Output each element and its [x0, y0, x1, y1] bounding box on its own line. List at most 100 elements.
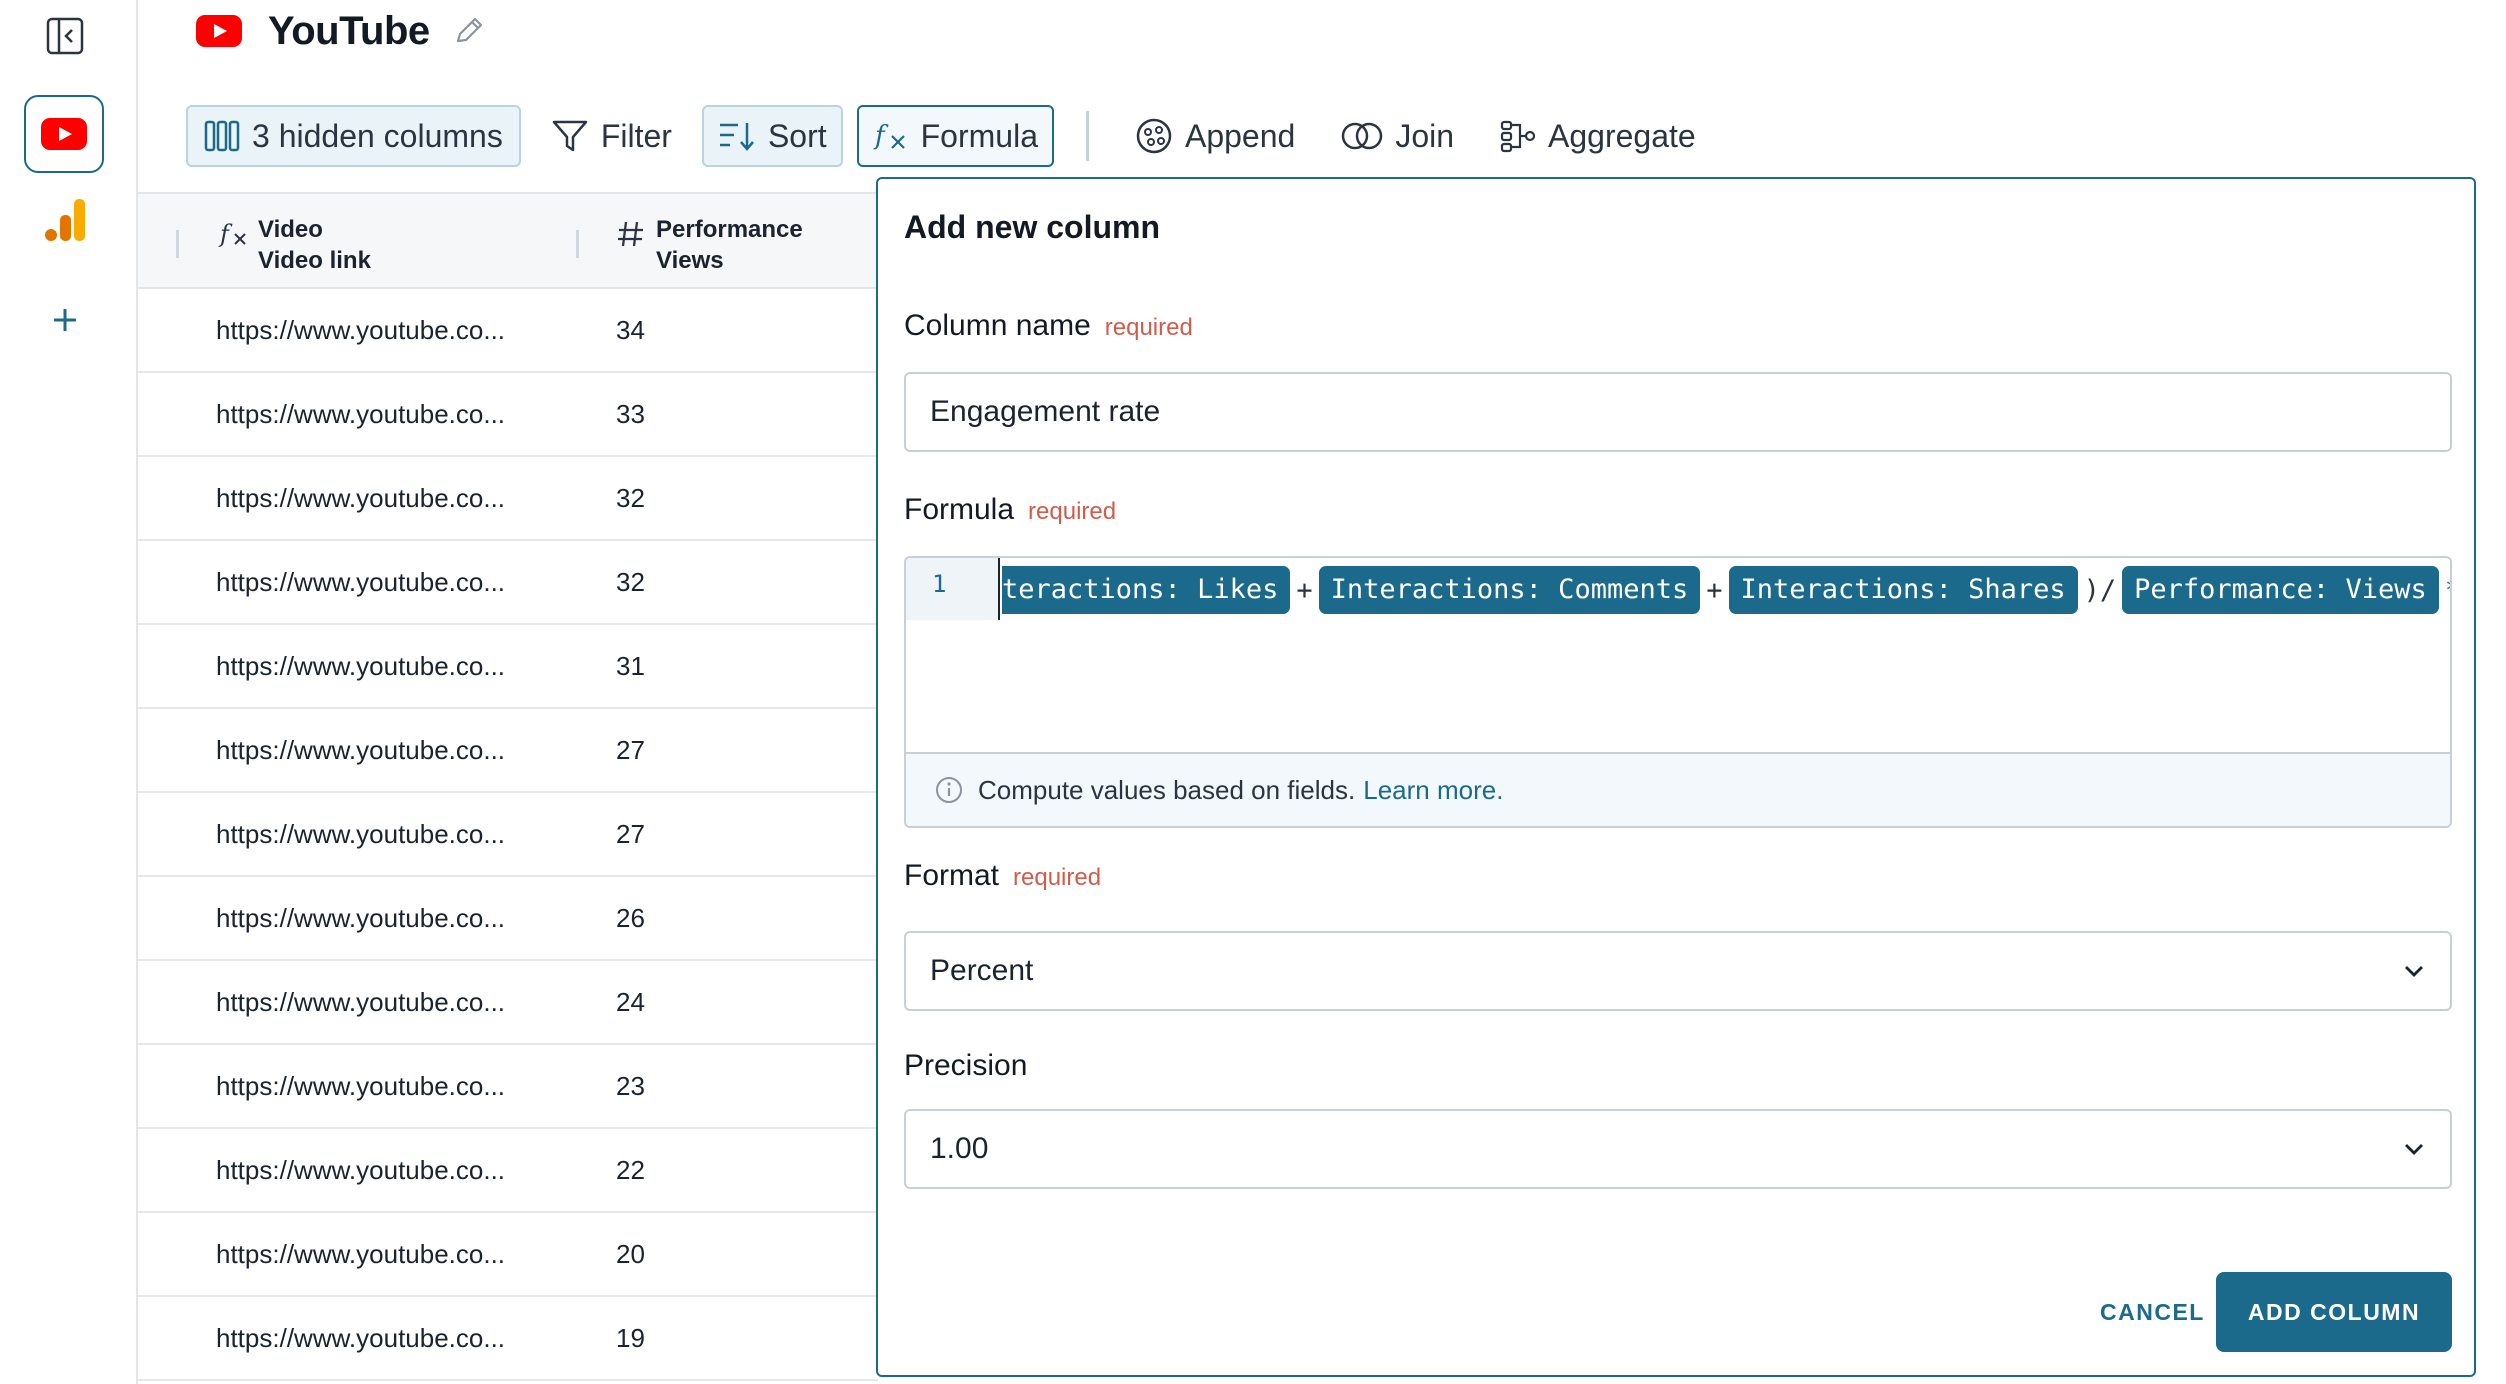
views-cell: 23: [616, 1071, 645, 1101]
table-row[interactable]: https://www.youtube.co... 34: [138, 289, 878, 373]
views-cell: 19: [616, 1323, 645, 1353]
source-google-analytics-button[interactable]: [0, 190, 130, 250]
video-link-cell[interactable]: https://www.youtube.co...: [216, 315, 505, 346]
sort-button[interactable]: Sort: [701, 105, 843, 167]
table-row[interactable]: https://www.youtube.co... 26: [138, 877, 878, 961]
column-name-input[interactable]: Engagement rate: [904, 372, 2452, 452]
views-cell: 32: [616, 483, 645, 513]
join-icon: [1342, 122, 1383, 150]
video-link-cell[interactable]: https://www.youtube.co...: [216, 1155, 505, 1186]
toolbar: 3 hidden columns Filter Sort f Formula A…: [186, 104, 1726, 168]
formula-icon: f: [873, 121, 905, 151]
hidden-columns-label: 3 hidden columns: [252, 117, 503, 154]
field-token[interactable]: Performance: Views: [2122, 566, 2439, 614]
formula-icon: f: [218, 218, 258, 258]
views-cell: 24: [616, 987, 645, 1017]
add-column-panel: Add new column Column name required Engag…: [876, 177, 2476, 1377]
column-group-label: Performance: [656, 216, 803, 243]
column-header-video-link[interactable]: f Video Video link: [218, 214, 371, 276]
video-link-cell[interactable]: https://www.youtube.co...: [216, 819, 505, 850]
formula-editor[interactable]: 1 teractions: Likes + Interactions: Comm…: [904, 556, 2452, 828]
field-token[interactable]: Interactions: Comments: [1318, 566, 1701, 614]
sidebar-toggle-button[interactable]: [0, 10, 130, 62]
table-row[interactable]: https://www.youtube.co... 33: [138, 373, 878, 457]
append-button[interactable]: Append: [1119, 105, 1311, 167]
table-row[interactable]: https://www.youtube.co... 27: [138, 793, 878, 877]
svg-text:f: f: [218, 220, 233, 248]
aggregate-icon: [1500, 120, 1536, 153]
required-marker: required: [1013, 864, 1102, 891]
hidden-columns-button[interactable]: 3 hidden columns: [186, 105, 521, 167]
hash-icon: [616, 218, 656, 258]
views-cell: 27: [616, 735, 645, 765]
operator-token: )/: [2083, 574, 2117, 606]
add-column-button[interactable]: ADD COLUMN: [2216, 1272, 2452, 1352]
chevron-down-icon: [2405, 966, 2423, 977]
add-source-button[interactable]: [0, 290, 130, 350]
google-analytics-icon: [45, 199, 85, 241]
table-row[interactable]: https://www.youtube.co... 32: [138, 457, 878, 541]
sidebar-collapse-icon: [46, 17, 84, 55]
filter-icon: [552, 120, 588, 152]
append-icon: [1136, 118, 1172, 154]
views-cell: 22: [616, 1155, 645, 1185]
learn-more-link[interactable]: Learn more.: [1363, 775, 1503, 806]
page-title: YouTube: [268, 8, 430, 53]
views-cell: 34: [616, 315, 645, 345]
video-link-cell[interactable]: https://www.youtube.co...: [216, 483, 505, 514]
hint-text: Compute values based on fields.: [978, 774, 1356, 805]
views-cell: 20: [616, 1239, 645, 1269]
table-row[interactable]: https://www.youtube.co... 20: [138, 1213, 878, 1297]
line-number: 1: [932, 570, 947, 598]
video-link-cell[interactable]: https://www.youtube.co...: [216, 987, 505, 1018]
source-youtube-button[interactable]: [24, 95, 104, 173]
video-link-cell[interactable]: https://www.youtube.co...: [216, 567, 505, 598]
filter-label: Filter: [600, 117, 672, 154]
pencil-icon[interactable]: [452, 14, 486, 48]
aggregate-button[interactable]: Aggregate: [1484, 105, 1712, 167]
formula-label: Formula required: [904, 493, 1117, 526]
column-name-label: Column name required: [904, 309, 1193, 342]
table-row[interactable]: https://www.youtube.co... 32: [138, 541, 878, 625]
column-divider: [576, 230, 579, 258]
formula-hint: Compute values based on fields. Learn mo…: [906, 752, 2450, 826]
table-row[interactable]: https://www.youtube.co... 22: [138, 1129, 878, 1213]
chevron-down-icon: [2405, 1144, 2423, 1155]
sort-icon: [719, 123, 754, 151]
column-header-views[interactable]: Performance Views: [616, 214, 803, 276]
table-row[interactable]: https://www.youtube.co... 27: [138, 709, 878, 793]
formula-code-line[interactable]: teractions: Likes + Interactions: Commen…: [1002, 564, 2450, 616]
data-table: f Video Video link Performance Views htt…: [138, 192, 878, 1381]
join-button[interactable]: Join: [1325, 105, 1470, 167]
columns-icon: [204, 120, 240, 152]
video-link-cell[interactable]: https://www.youtube.co...: [216, 735, 505, 766]
column-name-value: Engagement rate: [930, 395, 1161, 428]
precision-label: Precision: [904, 1049, 1028, 1082]
table-row[interactable]: https://www.youtube.co... 31: [138, 625, 878, 709]
line-gutter: 1: [906, 558, 1000, 620]
views-cell: 26: [616, 903, 645, 933]
cancel-button[interactable]: CANCEL: [2080, 1272, 2225, 1352]
video-link-cell[interactable]: https://www.youtube.co...: [216, 903, 505, 934]
join-label: Join: [1395, 117, 1455, 154]
info-icon: [936, 777, 962, 803]
format-select[interactable]: Percent: [904, 931, 2452, 1011]
plus-icon: [54, 309, 76, 331]
filter-button[interactable]: Filter: [535, 105, 688, 167]
video-link-cell[interactable]: https://www.youtube.co...: [216, 1323, 505, 1354]
table-body: https://www.youtube.co... 34 https://www.…: [138, 289, 878, 1381]
column-name-label: Views: [656, 247, 724, 274]
video-link-cell[interactable]: https://www.youtube.co...: [216, 651, 505, 682]
video-link-cell[interactable]: https://www.youtube.co...: [216, 399, 505, 430]
video-link-cell[interactable]: https://www.youtube.co...: [216, 1071, 505, 1102]
append-label: Append: [1184, 117, 1296, 154]
format-label: Format required: [904, 859, 1102, 892]
precision-select[interactable]: 1.00: [904, 1109, 2452, 1189]
video-link-cell[interactable]: https://www.youtube.co...: [216, 1239, 505, 1270]
field-token[interactable]: Interactions: Shares: [1728, 566, 2078, 614]
table-row[interactable]: https://www.youtube.co... 19: [138, 1297, 878, 1381]
table-row[interactable]: https://www.youtube.co... 24: [138, 961, 878, 1045]
formula-button[interactable]: f Formula: [856, 105, 1054, 167]
table-row[interactable]: https://www.youtube.co... 23: [138, 1045, 878, 1129]
field-token[interactable]: teractions: Likes: [1002, 566, 1291, 614]
